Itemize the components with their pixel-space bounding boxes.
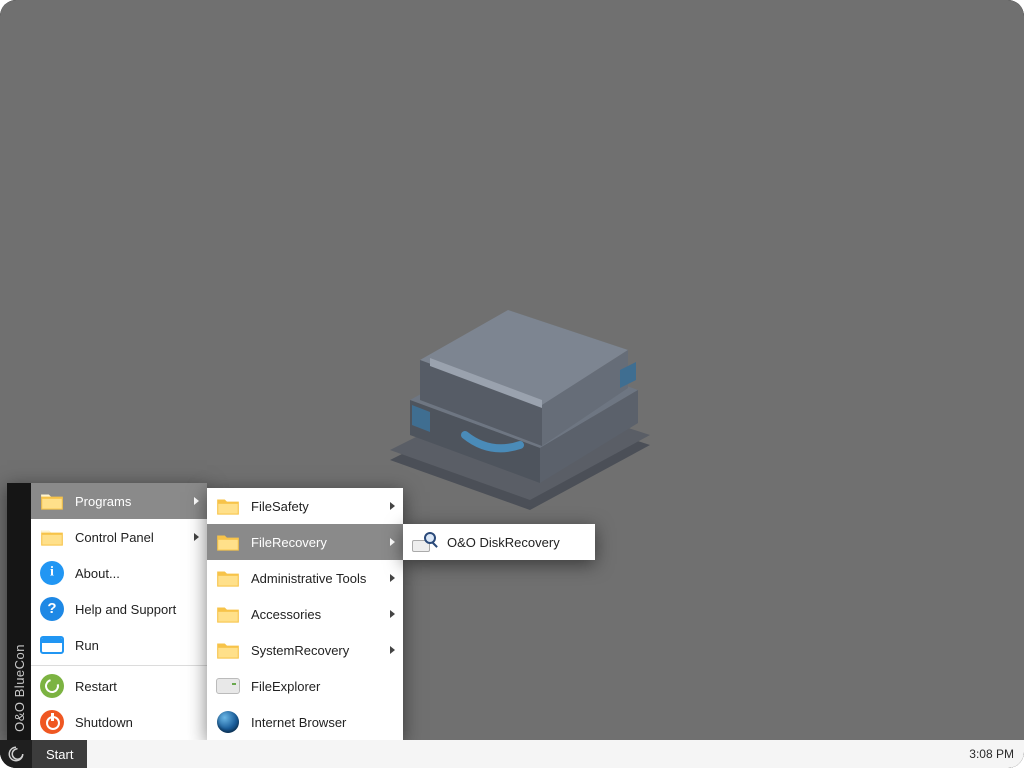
menu-label: FileRecovery (251, 535, 327, 550)
chevron-right-icon (390, 646, 395, 654)
desktop[interactable]: O&O BlueCon Programs Control Panel (0, 0, 1024, 768)
chevron-right-icon (194, 497, 199, 505)
shutdown-icon (39, 709, 65, 735)
start-button[interactable]: Start (32, 740, 87, 768)
run-icon (39, 632, 65, 658)
folder-icon (215, 637, 241, 663)
menu-label: SystemRecovery (251, 643, 349, 658)
start-item-programs[interactable]: Programs (31, 483, 207, 519)
start-item-shutdown[interactable]: Shutdown (31, 704, 207, 740)
menu-label: Control Panel (75, 530, 154, 545)
menu-label: Administrative Tools (251, 571, 366, 586)
start-item-control-panel[interactable]: Control Panel (31, 519, 207, 555)
start-item-run[interactable]: Run (31, 627, 207, 663)
taskbar-clock[interactable]: 3:08 PM (959, 740, 1024, 768)
menu-label: Shutdown (75, 715, 133, 730)
menu-label: Restart (75, 679, 117, 694)
brand-text: O&O BlueCon (12, 644, 27, 732)
start-button-label: Start (46, 747, 73, 762)
start-menu-brand-strip: O&O BlueCon (7, 483, 31, 740)
programs-item-filesafety[interactable]: FileSafety (207, 488, 403, 524)
programs-item-browser[interactable]: Internet Browser (207, 704, 403, 740)
start-item-restart[interactable]: Restart (31, 668, 207, 704)
start-menu: O&O BlueCon Programs Control Panel (7, 483, 207, 740)
globe-icon (215, 709, 241, 735)
menu-divider (31, 665, 207, 666)
menu-label: FileSafety (251, 499, 309, 514)
restart-icon (39, 673, 65, 699)
start-logo-icon[interactable] (0, 740, 32, 768)
chevron-right-icon (390, 538, 395, 546)
start-item-about[interactable]: About... (31, 555, 207, 591)
menu-label: Programs (75, 494, 131, 509)
programs-item-systemrecovery[interactable]: SystemRecovery (207, 632, 403, 668)
diskrecovery-icon (411, 529, 437, 555)
chevron-right-icon (390, 574, 395, 582)
folder-icon (215, 529, 241, 555)
filerecovery-item-diskrecovery[interactable]: O&O DiskRecovery (403, 524, 595, 560)
menu-label: Internet Browser (251, 715, 346, 730)
start-item-help[interactable]: Help and Support (31, 591, 207, 627)
taskbar-task-area[interactable] (87, 740, 959, 768)
clock-text: 3:08 PM (969, 747, 1014, 761)
programs-item-accessories[interactable]: Accessories (207, 596, 403, 632)
folder-icon (215, 565, 241, 591)
disk-icon (215, 673, 241, 699)
menu-label: Accessories (251, 607, 321, 622)
chevron-right-icon (390, 610, 395, 618)
programs-item-filerecovery[interactable]: FileRecovery (207, 524, 403, 560)
taskbar: Start 3:08 PM (0, 740, 1024, 768)
folder-icon (215, 601, 241, 627)
start-menu-items: Programs Control Panel About... He (31, 483, 207, 740)
programs-item-admintools[interactable]: Administrative Tools (207, 560, 403, 596)
programs-item-fileexplorer[interactable]: FileExplorer (207, 668, 403, 704)
folder-icon (39, 524, 65, 550)
folder-icon (39, 488, 65, 514)
screen-frame: O&O BlueCon Programs Control Panel (0, 0, 1024, 768)
wallpaper-briefcase (370, 250, 670, 510)
menu-label: FileExplorer (251, 679, 320, 694)
menu-label: O&O DiskRecovery (447, 535, 560, 550)
programs-submenu: FileSafety FileRecovery Administrative T… (207, 488, 403, 740)
menu-label: Help and Support (75, 602, 176, 617)
chevron-right-icon (194, 533, 199, 541)
filerecovery-submenu: O&O DiskRecovery (403, 524, 595, 560)
chevron-right-icon (390, 502, 395, 510)
menu-label: Run (75, 638, 99, 653)
info-icon (39, 560, 65, 586)
folder-icon (215, 493, 241, 519)
help-icon (39, 596, 65, 622)
menu-label: About... (75, 566, 120, 581)
